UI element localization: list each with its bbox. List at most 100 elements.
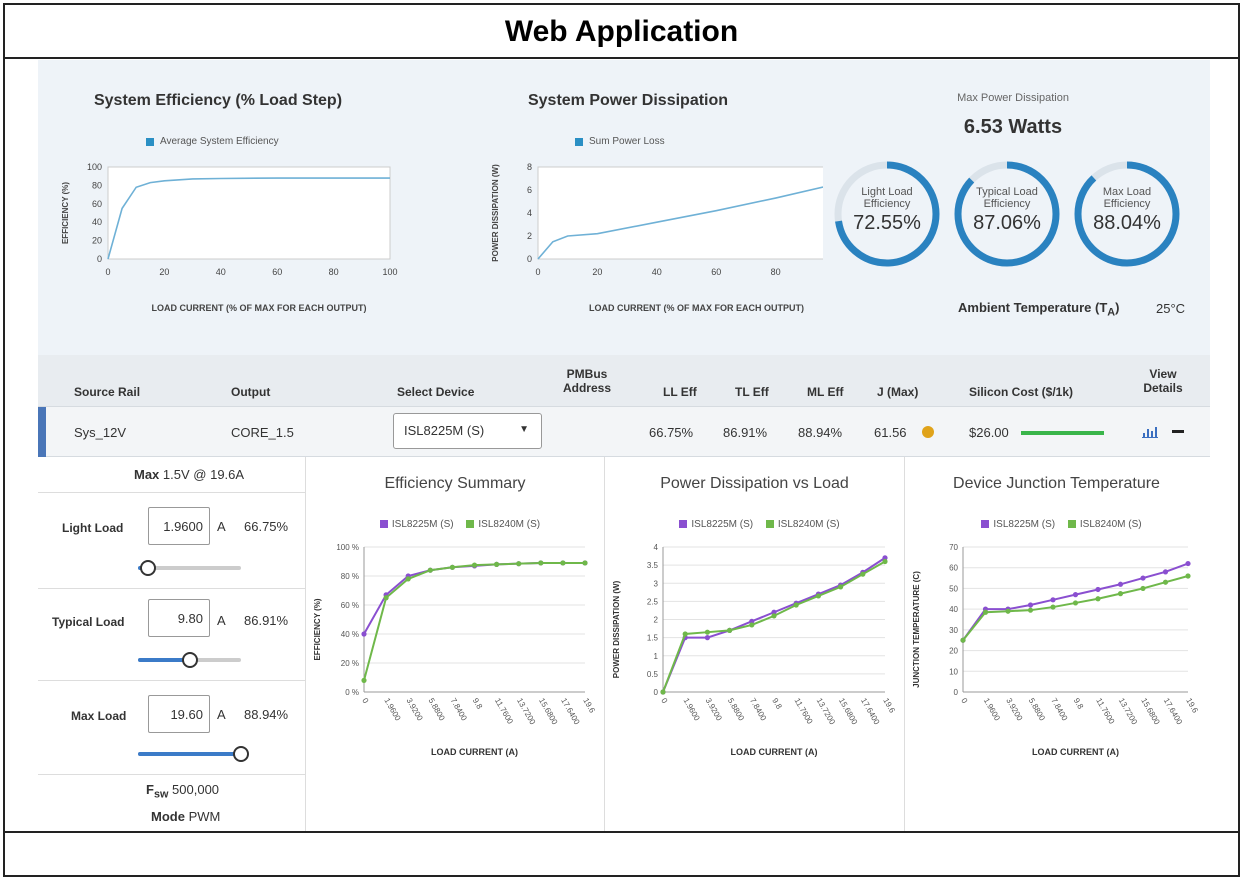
data-point <box>749 622 755 628</box>
efficiency-chart-legend[interactable]: Average System Efficiency <box>146 136 279 147</box>
y-tick-label: 3 <box>654 579 659 588</box>
device-select[interactable]: ISL8225M (S) ▼ <box>393 413 542 449</box>
data-point <box>1162 579 1169 585</box>
max-load-slider-fill <box>138 752 241 756</box>
data-point <box>815 593 821 599</box>
junction-temperature-legend[interactable]: ISL8225M (S) ISL8240M (S) <box>905 519 1208 530</box>
typical-load-slider-knob[interactable] <box>181 652 198 668</box>
ring-label: Max Load <box>1102 186 1152 198</box>
max-load-pct: 88.94% <box>244 707 289 722</box>
ring-text: Typical Load Efficiency 87.06% <box>953 186 1061 235</box>
x-axis-label: LOAD CURRENT (% OF MAX FOR EACH OUTPUT) <box>152 303 367 313</box>
data-point <box>471 562 478 568</box>
light-load-slider-knob[interactable] <box>140 560 157 576</box>
y-tick-label: 40 <box>92 217 102 227</box>
light-load-pct: 66.75% <box>244 519 289 534</box>
legend-label: ISL8225M (S) <box>391 519 454 530</box>
y-tick-label: 0 % <box>345 688 359 697</box>
data-point <box>361 677 367 683</box>
x-tick-label: 5.8800 <box>726 697 746 723</box>
x-axis-label: LOAD CURRENT (A) <box>1032 747 1119 757</box>
y-tick-label: 0 <box>97 254 102 264</box>
switching-frequency: Fsw 500,000 <box>146 782 219 801</box>
typical-load-input[interactable]: 9.80 <box>148 599 210 637</box>
data-point <box>383 595 389 601</box>
bar-chart-icon[interactable] <box>1142 424 1158 438</box>
x-tick-label: 13.7200 <box>515 697 538 727</box>
legend-swatch <box>575 137 583 146</box>
efficiency-chart: 0 20 40 60 80 100 0 20 40 60 80 100 EFFICIENCY (%) LO… <box>61 162 398 313</box>
row-j-max: 61.56 <box>874 425 907 440</box>
rail-table-header: Source Rail Output Select Device PMBus A… <box>38 355 1210 407</box>
x-tick-label: 3.9200 <box>404 697 424 723</box>
minus-icon[interactable] <box>1172 430 1184 433</box>
ring-label: Light Load <box>861 186 913 198</box>
y-axis-label: EFFICIENCY (%) <box>61 182 70 244</box>
x-tick-label: 17.6400 <box>1162 697 1185 727</box>
load-settings-panel: Max 1.5V @ 19.6A Light Load 1.9600 A 66.… <box>38 457 306 832</box>
ambient-label-text: Ambient Temperature (T <box>958 300 1108 315</box>
y-tick-label: 1 <box>654 652 659 661</box>
data-point <box>494 561 500 567</box>
power-chart-legend[interactable]: Sum Power Loss <box>575 136 665 147</box>
data-point <box>682 631 688 637</box>
ring-value: 72.55% <box>853 212 921 234</box>
data-point <box>1162 569 1169 575</box>
x-axis-label: LOAD CURRENT (A) <box>431 747 518 757</box>
typical-load-label: Typical Load <box>52 615 125 629</box>
power-vs-load-legend[interactable]: ISL8225M (S) ISL8240M (S) <box>605 519 904 530</box>
y-tick-label: 2.5 <box>647 597 659 606</box>
x-tick-label: 0 <box>105 267 110 277</box>
y-tick-label: 6 <box>527 185 532 195</box>
y-tick-label: 60 % <box>341 601 359 610</box>
x-tick-label: 1.9600 <box>382 697 402 723</box>
efficiency-summary-title: Efficiency Summary <box>384 475 526 492</box>
col-ll-eff: LL Eff <box>663 385 697 399</box>
col-view-line2: Details <box>1143 381 1183 395</box>
max-rating-value: 1.5V @ 19.6A <box>162 467 245 482</box>
light-load-row: Light Load 1.9600 A 66.75% <box>38 493 306 589</box>
y-tick-label: 4 <box>654 543 659 552</box>
data-point <box>704 635 710 641</box>
y-tick-label: 50 <box>949 584 958 593</box>
x-axis-label: LOAD CURRENT (% OF MAX FOR EACH OUTPUT) <box>589 303 804 313</box>
data-point <box>1095 596 1101 602</box>
mode-label: Mode <box>151 809 185 824</box>
light-load-input[interactable]: 1.9600 <box>148 507 210 545</box>
x-tick-label: 11.7600 <box>493 697 515 727</box>
ring-label: Typical Load <box>976 186 1038 198</box>
silicon-cost-bar <box>1021 431 1104 435</box>
ambient-label-close: ) <box>1115 300 1120 315</box>
x-tick-label: 0 <box>535 267 540 277</box>
col-pmbus-line1: PMBus <box>566 367 608 381</box>
max-load-slider-knob[interactable] <box>233 746 249 762</box>
data-point <box>427 567 433 573</box>
data-point <box>1117 581 1124 587</box>
power-vs-load-title: Power Dissipation vs Load <box>660 475 849 492</box>
data-point <box>1095 586 1101 593</box>
data-point <box>1140 575 1146 581</box>
x-tick-label: 60 <box>711 267 721 277</box>
device-select-value: ISL8225M (S) <box>404 423 485 438</box>
ring-label: Efficiency <box>1103 198 1151 210</box>
light-load-label: Light Load <box>62 521 124 535</box>
max-load-unit: A <box>217 707 226 722</box>
fsw-value: 500,000 <box>172 782 220 797</box>
y-tick-label: 20 % <box>341 659 359 668</box>
x-tick-label: 40 <box>652 267 662 277</box>
y-tick-label: 80 % <box>341 572 359 581</box>
data-point <box>1140 585 1146 592</box>
x-tick-label: 19.6 <box>581 697 597 715</box>
x-tick-label: 0 <box>360 697 370 706</box>
data-point <box>538 560 544 566</box>
max-load-input[interactable]: 19.60 <box>148 695 210 733</box>
series-line <box>962 575 1189 641</box>
junction-temperature-panel: Device Junction Temperature ISL8225M (S)… <box>905 457 1208 832</box>
efficiency-summary-legend[interactable]: ISL8225M (S) ISL8240M (S) <box>306 519 604 530</box>
y-tick-label: 100 % <box>336 543 359 552</box>
mode-value: PWM <box>188 809 221 824</box>
table-row[interactable]: Sys_12V CORE_1.5 ISL8225M (S) ▼ 66.75% 8… <box>38 407 1210 457</box>
power-chart: 02468020406080100POWER DISSIPATION (W)LO… <box>491 162 823 313</box>
series-line <box>662 557 886 693</box>
data-point <box>516 561 522 567</box>
